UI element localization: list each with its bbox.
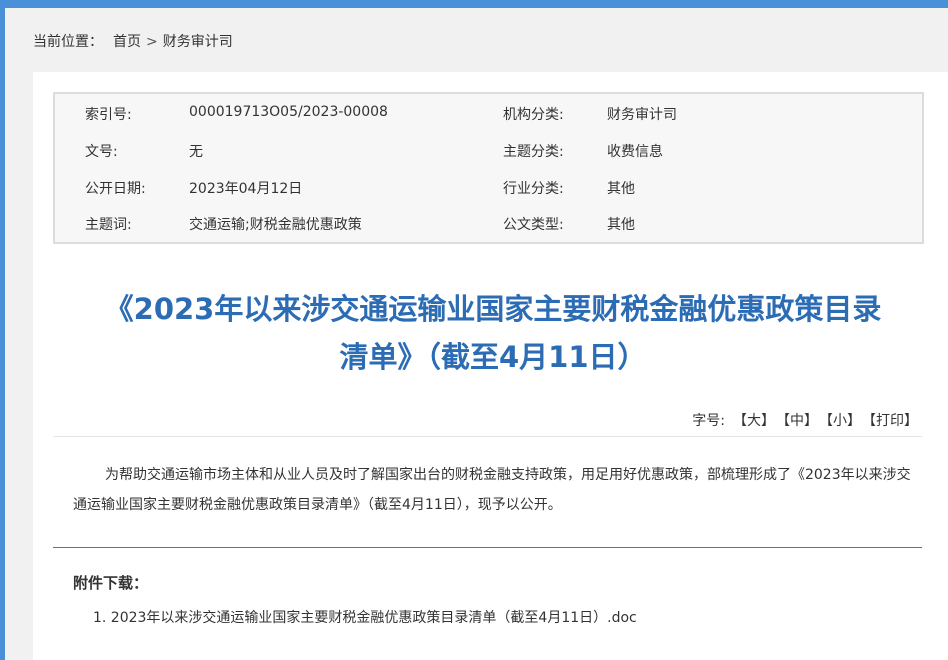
article-body: 为帮助交通运输市场主体和从业人员及时了解国家出台的财税金融支持政策，用足用好优惠… [73,467,911,513]
breadcrumb-home-link[interactable]: 首页 [113,34,141,50]
top-accent-bar [0,0,948,8]
divider [53,436,922,437]
divider [53,547,922,548]
meta-key: 公文类型: [503,217,564,233]
meta-value: 其他 [607,181,635,197]
print-button[interactable]: 【打印】 [869,413,918,429]
article-container: 索引号: 000019713O05/2023-00008 机构分类: 财务审计司… [33,72,948,660]
meta-row-index: 索引号: 000019713O05/2023-00008 机构分类: 财务审计司 [55,104,922,124]
meta-value: 收费信息 [607,144,663,160]
meta-value: 000019713O05/2023-00008 [189,104,388,120]
breadcrumb: 当前位置： 首页 > 财务审计司 [33,31,233,51]
meta-key: 机构分类: [503,107,564,123]
font-size-label: 字号: [692,413,725,429]
meta-key: 行业分类: [503,181,564,197]
meta-key: 公开日期: [85,181,146,197]
meta-value: 交通运输;财税金融优惠政策 [189,217,362,233]
left-accent-bar [0,0,5,660]
font-large-button[interactable]: 【大】 [733,413,775,429]
metadata-box: 索引号: 000019713O05/2023-00008 机构分类: 财务审计司… [53,92,924,244]
meta-row-docno: 文号: 无 主题分类: 收费信息 [55,141,922,161]
meta-row-keywords: 主题词: 交通运输;财税金融优惠政策 公文类型: 其他 [55,214,922,234]
meta-value: 财务审计司 [607,107,677,123]
meta-row-date: 公开日期: 2023年04月12日 行业分类: 其他 [55,178,922,198]
article-title-line1: 《2023年以来涉交通运输业国家主要财税金融优惠政策目录 [104,292,882,326]
meta-key: 主题词: [85,217,132,233]
meta-key: 主题分类: [503,144,564,160]
meta-key: 文号: [85,144,118,160]
breadcrumb-current-link[interactable]: 财务审计司 [163,34,233,50]
meta-key: 索引号: [85,107,132,123]
breadcrumb-separator: > [146,34,158,50]
meta-value: 无 [189,144,203,160]
meta-value: 其他 [607,217,635,233]
meta-value: 2023年04月12日 [189,181,303,197]
font-size-tools: 字号: 【大】 【中】 【小】 【打印】 [692,410,918,430]
attachments-title: 附件下载： [73,574,149,592]
attachment-link[interactable]: 1. 2023年以来涉交通运输业国家主要财税金融优惠政策目录清单（截至4月11日… [93,607,637,627]
breadcrumb-prefix: 当前位置： [33,34,103,50]
article-title-line2: 清单》（截至4月11日） [339,340,647,374]
font-medium-button[interactable]: 【中】 [783,413,818,429]
article-title: 《2023年以来涉交通运输业国家主要财税金融优惠政策目录 清单》（截至4月11日… [53,285,933,381]
font-small-button[interactable]: 【小】 [826,413,861,429]
